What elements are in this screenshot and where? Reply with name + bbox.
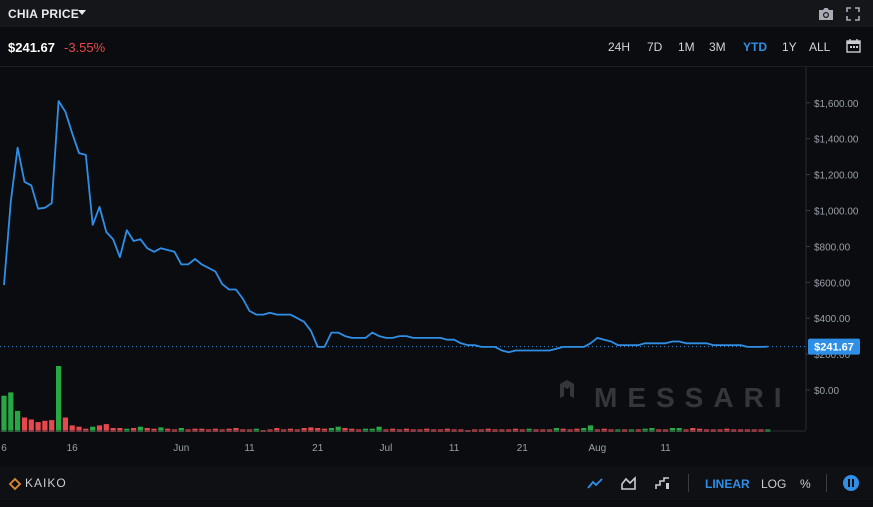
volume-bar — [42, 420, 48, 432]
kaiko-brand: KAIKO — [25, 476, 67, 490]
range-3m-button[interactable]: 3M — [709, 40, 726, 54]
last-price-tag: $241.67 — [808, 338, 860, 355]
volume-bar — [560, 428, 566, 432]
fullscreen-icon[interactable] — [846, 7, 860, 21]
volume-bar — [1, 395, 7, 432]
x-tick-label: Aug — [588, 443, 606, 454]
kaiko-logo-icon — [8, 477, 22, 491]
x-tick-label: 21 — [517, 443, 529, 454]
chevron-down-icon[interactable] — [78, 10, 86, 15]
last-price-label: $241.67 — [814, 342, 854, 354]
volume-bar — [212, 428, 218, 432]
volume-bar — [15, 410, 21, 432]
x-tick-label: 21 — [312, 443, 324, 454]
chart-header-bar — [0, 0, 873, 27]
scale-log-button[interactable]: LOG — [761, 477, 786, 491]
volume-bar — [21, 417, 28, 432]
volume-bar — [697, 428, 703, 432]
volume-bar — [62, 417, 68, 432]
volume-bar — [444, 428, 450, 432]
x-tick-label: 16 — [67, 443, 79, 454]
current-price: $241.67 — [8, 40, 55, 55]
y-tick-label: $800.00 — [814, 242, 851, 253]
footer-divider — [688, 474, 689, 492]
area-chart-icon[interactable] — [621, 475, 637, 491]
volume-bar — [724, 428, 730, 432]
price-line — [3, 100, 768, 354]
volume-bar — [362, 428, 369, 432]
price-chart[interactable]: MESSARI $1,600.00 $1,400.00 $1,200.00 $1,00… — [0, 67, 873, 466]
bottom-strip — [0, 500, 873, 507]
y-tick-label: $1,400.00 — [814, 135, 859, 146]
volume-bar — [28, 419, 34, 432]
range-1m-button[interactable]: 1M — [678, 40, 695, 54]
volume-bar — [199, 428, 205, 432]
volume-bar — [165, 428, 171, 432]
volume-bar — [642, 428, 648, 432]
volume-bar — [56, 366, 62, 432]
pause-icon[interactable] — [843, 475, 859, 491]
volume-bar — [349, 428, 355, 432]
scale-percent-button[interactable]: % — [800, 477, 811, 491]
volume-bar — [424, 428, 430, 432]
volume-bar — [8, 392, 14, 432]
volume-bar — [226, 428, 232, 432]
volume-bar — [83, 428, 89, 432]
y-tick-label: $600.00 — [814, 278, 851, 289]
range-24h-button[interactable]: 24H — [608, 40, 630, 54]
y-tick-label: $1,200.00 — [814, 171, 859, 182]
volume-bar — [287, 428, 293, 432]
x-tick-label: 6 — [1, 443, 7, 454]
volume-bar — [601, 428, 607, 432]
volume-bar — [151, 428, 157, 432]
x-tick-label: 11 — [244, 443, 255, 454]
volume-bar — [526, 428, 532, 432]
line-chart-icon[interactable] — [587, 475, 603, 491]
x-tick-label: 11 — [449, 443, 460, 454]
volume-bar — [253, 428, 259, 432]
volume-bar — [124, 428, 130, 432]
y-tick-label: $400.00 — [814, 314, 851, 325]
y-tick-label: $0.00 — [814, 386, 839, 397]
camera-icon[interactable] — [818, 7, 834, 21]
volume-bar — [192, 428, 198, 432]
messari-watermark: MESSARI — [560, 380, 792, 413]
volume-bar — [485, 428, 491, 432]
x-tick-label: Jun — [173, 443, 189, 454]
range-1y-button[interactable]: 1Y — [782, 40, 797, 54]
range-all-button[interactable]: ALL — [809, 40, 830, 54]
volume-bar — [321, 428, 328, 432]
step-chart-icon[interactable] — [655, 475, 671, 491]
x-tick-label: 11 — [660, 443, 671, 454]
y-tick-label: $1,000.00 — [814, 207, 859, 218]
watermark-text: MESSARI — [594, 382, 792, 413]
footer-divider — [826, 474, 827, 492]
volume-bar — [369, 428, 375, 432]
calendar-icon[interactable] — [846, 38, 861, 53]
range-7d-button[interactable]: 7D — [647, 40, 662, 54]
chart-title[interactable]: CHIA PRICE — [8, 7, 79, 21]
range-ytd-button[interactable]: YTD — [743, 40, 767, 54]
price-change-percent: -3.55% — [64, 40, 106, 55]
scale-linear-button[interactable]: LINEAR — [705, 477, 750, 491]
volume-bar — [574, 428, 580, 432]
volume-bar — [403, 428, 409, 432]
y-tick-label: $1,600.00 — [814, 99, 859, 110]
volume-bar — [390, 428, 396, 432]
volume-bar — [512, 428, 519, 432]
volume-bar — [49, 420, 55, 432]
x-tick-label: Jul — [380, 443, 393, 454]
